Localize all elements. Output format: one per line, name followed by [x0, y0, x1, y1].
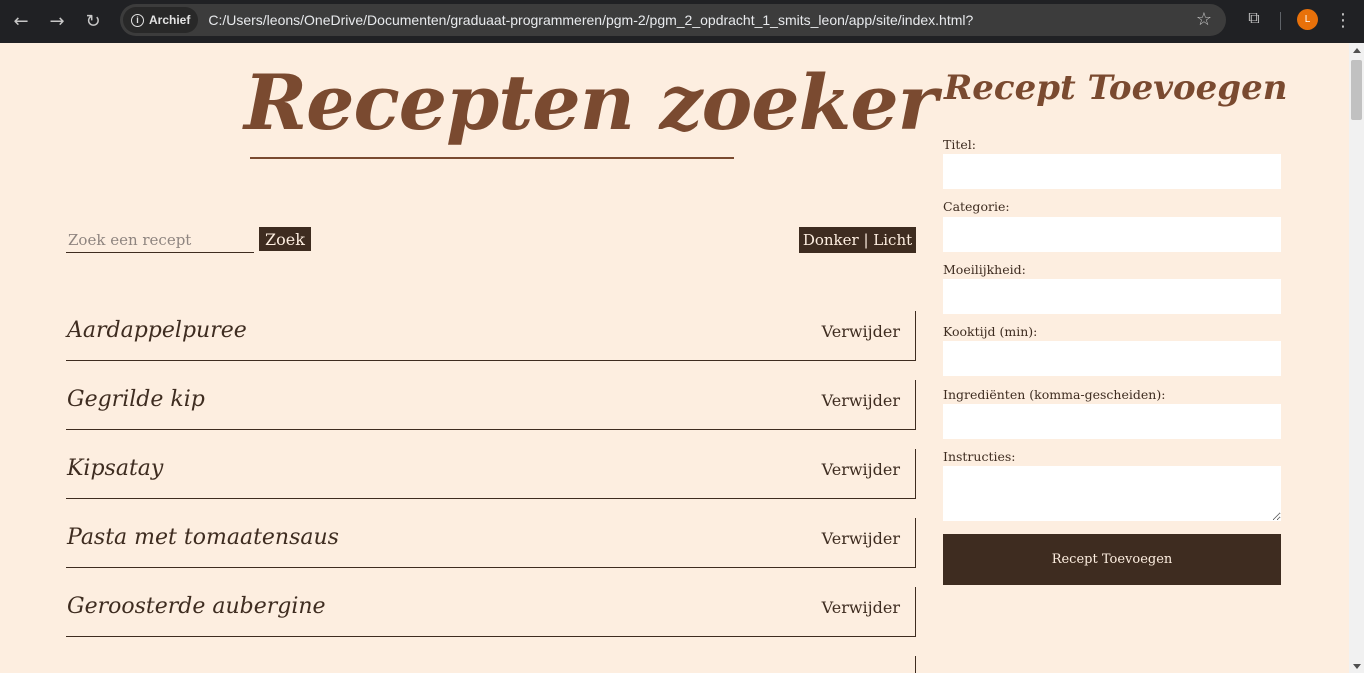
recipe-name[interactable]: Aardappelpuree	[67, 318, 247, 343]
toolbar-divider	[1280, 12, 1281, 30]
title-underline	[250, 157, 734, 159]
bookmark-star-icon[interactable]: ☆	[1196, 9, 1212, 30]
delete-recipe-button[interactable]: Verwijder	[822, 598, 900, 617]
scroll-thumb[interactable]	[1351, 60, 1362, 120]
search-input[interactable]	[66, 227, 254, 253]
recipe-item-partial	[66, 656, 916, 673]
recipe-name[interactable]: Kipsatay	[67, 456, 163, 481]
title-label: Titel:	[943, 137, 976, 152]
recipe-item: Gegrilde kip Verwijder	[66, 380, 916, 430]
add-recipe-button[interactable]: Recept Toevoegen	[943, 534, 1281, 585]
cooktime-field[interactable]	[943, 341, 1281, 376]
delete-recipe-button[interactable]: Verwijder	[822, 460, 900, 479]
browser-menu-icon[interactable]: ⋮	[1333, 8, 1353, 32]
cooktime-label: Kooktijd (min):	[943, 324, 1038, 339]
delete-recipe-button[interactable]: Verwijder	[822, 322, 900, 341]
site-info-label: Archief	[149, 13, 191, 27]
recipe-name[interactable]: Gegrilde kip	[67, 387, 205, 412]
ingredients-field[interactable]	[943, 404, 1281, 439]
recipe-name[interactable]: Pasta met tomaatensaus	[67, 525, 339, 550]
browser-toolbar: ← → ↻ i Archief C:/Users/leons/OneDrive/…	[0, 0, 1364, 43]
url-text[interactable]: C:/Users/leons/OneDrive/Documenten/gradu…	[208, 12, 973, 28]
scroll-up-icon[interactable]	[1353, 48, 1361, 53]
title-field[interactable]	[943, 154, 1281, 189]
scroll-down-icon[interactable]	[1353, 664, 1361, 669]
add-recipe-title: Recept Toevoegen	[944, 68, 1288, 108]
instructions-field[interactable]	[943, 466, 1281, 521]
recipe-item: Geroosterde aubergine Verwijder	[66, 587, 916, 637]
forward-icon[interactable]: →	[39, 4, 75, 40]
site-info-chip[interactable]: i Archief	[123, 7, 199, 33]
address-bar[interactable]: i Archief C:/Users/leons/OneDrive/Docume…	[120, 4, 1226, 36]
search-button[interactable]: Zoek	[259, 227, 311, 251]
info-icon: i	[131, 13, 144, 27]
recipe-item: Aardappelpuree Verwijder	[66, 311, 916, 361]
recipe-item: Pasta met tomaatensaus Verwijder	[66, 518, 916, 568]
profile-avatar[interactable]: L	[1297, 9, 1318, 30]
recipe-item: Kipsatay Verwijder	[66, 449, 916, 499]
ingredients-label: Ingrediënten (komma-gescheiden):	[943, 387, 1166, 402]
delete-recipe-button[interactable]: Verwijder	[822, 391, 900, 410]
delete-recipe-button[interactable]: Verwijder	[822, 529, 900, 548]
back-icon[interactable]: ←	[3, 4, 39, 40]
instructions-label: Instructies:	[943, 449, 1016, 464]
page-scrollbar[interactable]	[1349, 43, 1364, 673]
category-field[interactable]	[943, 217, 1281, 252]
reload-icon[interactable]: ↻	[75, 4, 111, 40]
category-label: Categorie:	[943, 199, 1010, 214]
recipe-name[interactable]: Geroosterde aubergine	[67, 594, 326, 619]
difficulty-field[interactable]	[943, 279, 1281, 314]
difficulty-label: Moeilijkheid:	[943, 262, 1026, 277]
extensions-icon[interactable]: ⧉	[1240, 4, 1268, 32]
page-title: Recepten zoeker	[244, 58, 938, 147]
theme-toggle-button[interactable]: Donker | Licht	[799, 227, 916, 253]
